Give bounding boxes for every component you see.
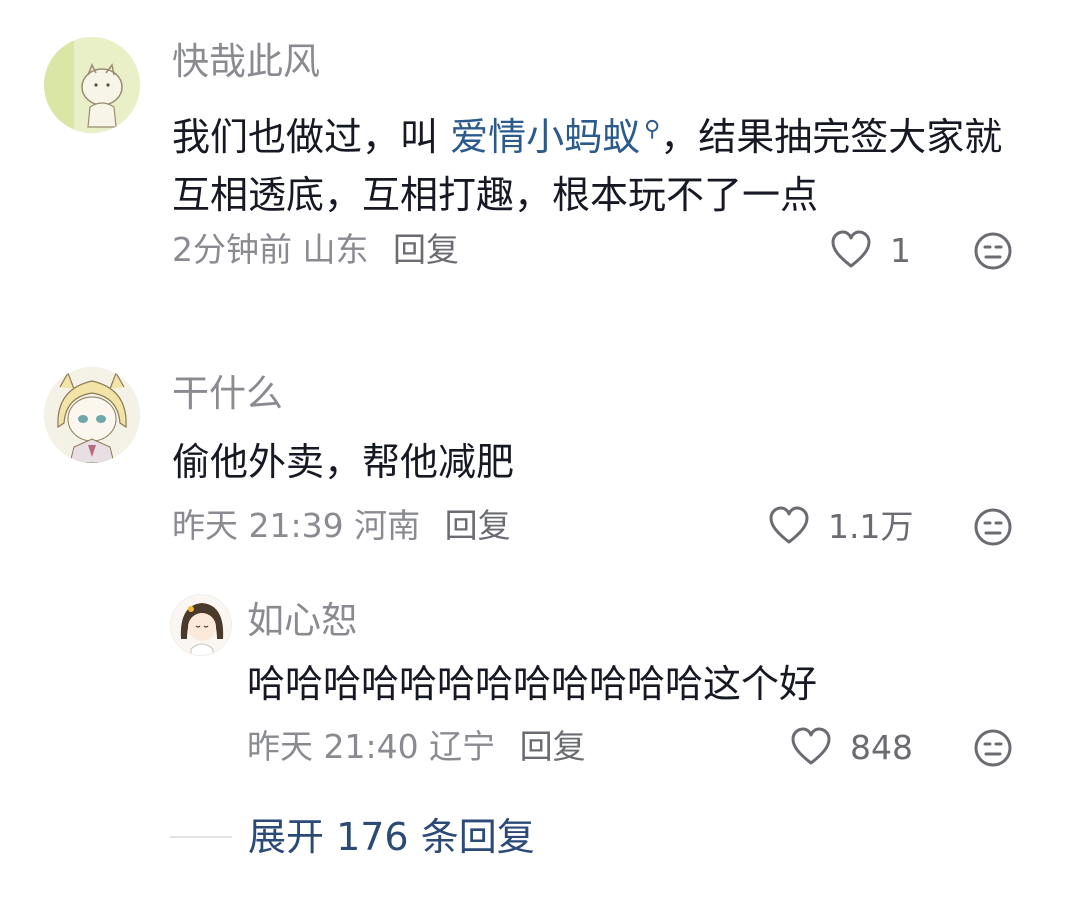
like-button[interactable]: 1.1万 [768,506,913,546]
heart-outline-icon [791,727,831,765]
divider-line [170,836,232,838]
timestamp: 昨天 21:40 [247,727,419,766]
like-count: 1.1万 [828,506,914,546]
location: 河南 [354,506,421,545]
location: 辽宁 [429,727,496,766]
reply-button[interactable]: 回复 [445,506,511,545]
avatar[interactable] [44,367,140,463]
username[interactable]: 如心恕 [247,602,358,639]
like-button[interactable]: 848 [790,727,913,767]
expand-replies-label[interactable]: 展开 176 条回复 [248,818,535,856]
like-count: 1 [890,230,911,270]
heart-outline-icon [831,230,871,268]
avatar[interactable] [170,594,232,656]
comment-text: 哈哈哈哈哈哈哈哈哈哈哈哈这个好 [247,662,818,706]
comment-text: 偷他外卖，帮他减肥 [172,440,515,484]
avatar-cat-illustration [44,37,140,133]
comment-text: 我们也做过，叫 爱情小蚂蚁 ⚲，结果抽完签大家就互相透底，互相打趣，根本玩不了一点 [172,101,1032,224]
comment-meta: 昨天 21:40 辽宁 回复 [247,730,586,763]
comment-meta: 昨天 21:39 河南 回复 [172,509,511,542]
search-link[interactable]: 爱情小蚂蚁 [450,115,640,159]
like-button[interactable]: 1 [830,230,911,270]
avatar[interactable] [44,37,140,133]
search-icon[interactable]: ⚲ [644,117,660,142]
comment-meta: 2分钟前 山东 回复 [172,233,459,266]
like-count: 848 [850,727,913,767]
reply-button[interactable]: 回复 [520,727,586,766]
meh-face-icon[interactable] [973,507,1013,547]
timestamp: 2分钟前 [172,230,292,269]
timestamp: 昨天 21:39 [172,506,344,545]
reply-button[interactable]: 回复 [393,230,459,269]
avatar-girl-illustration [171,595,231,655]
username[interactable]: 干什么 [172,375,283,412]
location: 山东 [302,230,369,269]
meh-face-icon[interactable] [973,728,1013,768]
avatar-anime-illustration [44,367,140,463]
expand-replies-button[interactable]: 展开 176 条回复 [170,818,535,856]
username[interactable]: 快哉此风 [172,43,320,80]
heart-outline-icon [769,506,809,544]
comment-text-part: 我们也做过，叫 [172,115,451,159]
meh-face-icon[interactable] [973,231,1013,271]
